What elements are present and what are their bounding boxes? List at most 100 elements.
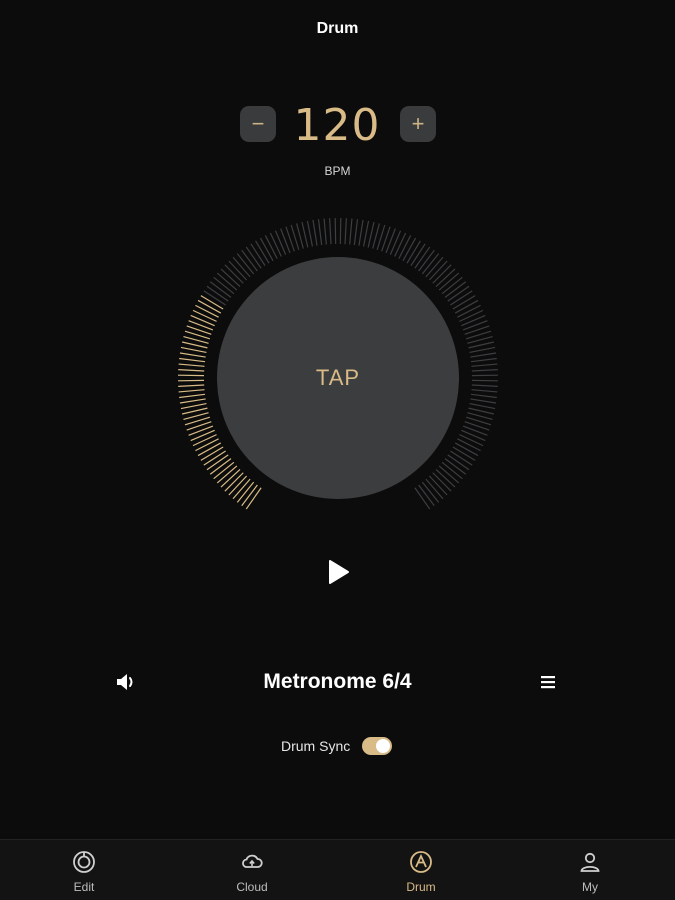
dial-tick: [192, 309, 217, 322]
dial-tick: [461, 314, 486, 327]
dial-tick: [280, 228, 291, 254]
dial-tick: [457, 304, 481, 318]
dial-tick: [312, 219, 318, 246]
dial-tick: [362, 220, 370, 247]
drum-screen: Drum − 120 + BPM TAP Metronome 6/4 Drum …: [0, 0, 675, 900]
dial-tick: [180, 402, 207, 410]
dial-tick: [301, 221, 309, 248]
dial-tick: [470, 352, 497, 358]
bpm-unit-label: BPM: [324, 164, 351, 178]
dial-tick: [367, 221, 375, 248]
dial-tick: [447, 454, 470, 471]
bpm-value: 120: [293, 100, 381, 151]
dial-tick: [394, 232, 407, 257]
dial-tick: [181, 407, 208, 415]
dial-tick: [471, 384, 498, 387]
nav-label-cloud: Cloud: [236, 880, 268, 894]
nav-item-edit[interactable]: Edit: [0, 840, 168, 900]
play-button[interactable]: [322, 556, 354, 588]
dial-tick: [206, 454, 229, 471]
dial-tick: [178, 384, 205, 387]
dial-tick: [447, 285, 470, 302]
dial-tick: [200, 446, 224, 461]
dial-tick: [468, 341, 495, 349]
nav-label-edit: Edit: [73, 880, 95, 894]
nav-item-cloud[interactable]: Cloud: [168, 840, 336, 900]
dial-tick: [410, 243, 426, 266]
nav-item-drum[interactable]: Drum: [337, 840, 505, 900]
dial-tick: [197, 299, 222, 314]
dial-tick: [457, 438, 481, 452]
dial-tick: [179, 398, 206, 404]
list-icon: [541, 676, 555, 689]
edit-dial-icon: [73, 851, 95, 873]
dial-tick: [469, 346, 496, 354]
toggle-knob: [376, 739, 390, 753]
dial-tick: [468, 407, 495, 415]
dial-tick: [203, 450, 226, 466]
dial-tick: [200, 295, 224, 310]
dial-tick: [206, 285, 229, 302]
dial-tick: [190, 429, 215, 442]
dial-tick: [323, 218, 327, 245]
dial-tick: [389, 230, 402, 255]
dial-tick: [459, 309, 484, 322]
dial-tick: [188, 425, 214, 436]
dial-tick: [471, 389, 498, 393]
dial-tick: [179, 352, 206, 358]
dial-tick: [452, 295, 476, 310]
dial-tick: [250, 243, 266, 266]
dial-tick: [178, 389, 205, 393]
increase-bpm-button[interactable]: +: [400, 106, 436, 142]
drum-sync-toggle[interactable]: [362, 737, 392, 755]
tap-button[interactable]: TAP: [217, 257, 459, 499]
dial-tick: [190, 314, 215, 327]
dial-tick: [353, 219, 359, 246]
dial-tick: [462, 320, 488, 331]
nav-label-my: My: [582, 880, 598, 894]
dial-tick: [179, 393, 206, 399]
dial-tick: [203, 290, 226, 306]
dial-tick: [398, 235, 412, 259]
dial-tick: [264, 235, 278, 259]
pattern-list-button[interactable]: [538, 672, 558, 692]
dial-tick: [259, 237, 274, 262]
dial-tick: [180, 346, 207, 354]
dial-tick: [179, 357, 206, 363]
dial-tick: [471, 363, 498, 367]
dial-tick: [245, 246, 262, 269]
dial-tick: [188, 320, 214, 331]
dial-tick: [181, 341, 208, 349]
drum-sync-label: Drum Sync: [281, 738, 351, 754]
dial-tick: [450, 290, 473, 306]
dial-tick: [454, 442, 479, 457]
dial-tick: [195, 438, 219, 452]
nav-item-my[interactable]: My: [506, 840, 674, 900]
dial-tick: [406, 240, 421, 264]
dial-tick: [358, 219, 364, 246]
dial-tick: [459, 434, 484, 447]
metronome-title: Metronome 6/4: [263, 670, 412, 693]
dial-tick: [461, 429, 486, 442]
dial-tick: [255, 240, 270, 264]
dial-tick: [192, 434, 217, 447]
dial-tick: [197, 442, 222, 457]
dial-tick: [414, 487, 431, 510]
dial-tick: [178, 369, 205, 372]
dial-tick: [317, 219, 323, 246]
play-icon: [329, 560, 349, 584]
cloud-icon: [242, 854, 263, 868]
dial-tick: [274, 230, 287, 255]
dial-tick: [349, 218, 353, 245]
dial-tick: [469, 402, 496, 410]
dial-tick: [452, 446, 476, 461]
tempo-dial[interactable]: TAP: [168, 208, 508, 548]
dial-tick: [470, 357, 497, 363]
bpm-control: − 120 +: [0, 100, 675, 152]
bottom-nav: Edit Cloud Drum My: [0, 839, 675, 900]
dial-tick: [269, 232, 282, 257]
dial-tick: [471, 369, 498, 372]
decrease-bpm-button[interactable]: −: [240, 106, 276, 142]
user-icon: [580, 852, 600, 872]
dial-tick: [329, 218, 332, 245]
